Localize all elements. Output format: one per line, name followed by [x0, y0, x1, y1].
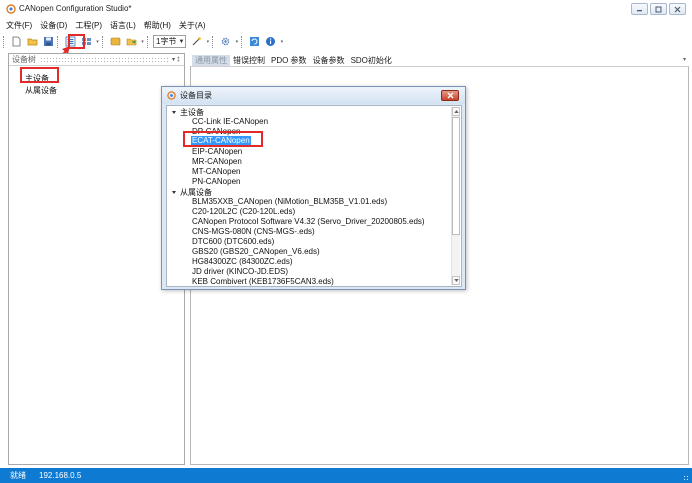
catalog-item[interactable]: HG84300ZC (84300ZC.eds): [192, 257, 293, 266]
catalog-item[interactable]: PN-CANopen: [192, 177, 240, 186]
dropdown-arrow-icon[interactable]: ▾: [205, 35, 210, 49]
tab-device-params[interactable]: 设备参数: [310, 55, 348, 66]
chevron-up-icon: [453, 110, 459, 113]
catalog-item[interactable]: CC-Link IE-CANopen: [192, 117, 268, 126]
menu-device[interactable]: 设备(D): [40, 20, 72, 31]
bytes-select[interactable]: 1字节 ▼: [153, 35, 187, 48]
status-ip: 192.168.0.5: [39, 471, 82, 480]
toolbar-grip-3[interactable]: [102, 35, 105, 48]
expand-arrow-icon[interactable]: [172, 111, 176, 114]
toolbar: ▾ ▾ 1字节 ▼ ▾ ▾ ▾: [0, 33, 692, 50]
menu-help[interactable]: 帮助(H): [144, 20, 176, 31]
tool-button[interactable]: [108, 35, 123, 49]
wand-icon: [192, 37, 202, 46]
highlight-box-master: [20, 67, 59, 83]
catalog-item[interactable]: DTC600 (DTC600.eds): [192, 237, 274, 246]
refresh-button[interactable]: [247, 35, 262, 49]
device-tree-title: 设备树: [12, 55, 36, 64]
new-button[interactable]: [9, 35, 24, 49]
dialog-title-bar[interactable]: 设备目录: [162, 87, 465, 104]
refresh-icon: [250, 37, 260, 46]
close-button[interactable]: [669, 3, 686, 15]
catalog-item[interactable]: EIP-CANopen: [192, 147, 242, 156]
expand-arrow-icon[interactable]: [172, 191, 176, 194]
toolbar-grip-6[interactable]: [241, 35, 244, 48]
tab-sdo-init[interactable]: SDO初始化: [348, 55, 395, 66]
dialog-logo-icon: [167, 91, 176, 100]
wand-button[interactable]: [189, 35, 204, 49]
status-state: 就绪: [10, 471, 26, 480]
catalog-scrollbar[interactable]: [451, 107, 460, 285]
menu-about[interactable]: 关于(A): [179, 20, 211, 31]
window-controls: [631, 3, 686, 15]
window-title: CANopen Configuration Studio*: [19, 4, 132, 13]
title-bar: CANopen Configuration Studio*: [0, 0, 692, 19]
chevron-down-icon: [453, 279, 459, 282]
panel-grip: [40, 57, 168, 62]
tree-item-slave[interactable]: 从属设备: [25, 85, 57, 96]
scroll-up-button[interactable]: [452, 107, 460, 116]
maximize-button[interactable]: [650, 3, 667, 15]
catalog-item[interactable]: BLM35XXB_CANopen (NiMotion_BLM35B_V1.01.…: [192, 197, 387, 206]
tool-icon: [110, 37, 121, 46]
device-tree-panel: 设备树 ▾ ‡ 主设备 从属设备: [8, 53, 185, 465]
toolbar-grip-4[interactable]: [147, 35, 150, 48]
property-tabs: 通用属性 错误控制 PDO 参数 设备参数 SDO初始化 ▾: [192, 54, 692, 66]
close-icon: [447, 92, 453, 99]
open-button[interactable]: [25, 35, 40, 49]
info-icon: [266, 37, 276, 46]
new-file-icon: [12, 36, 21, 47]
tabs-dropdown-icon[interactable]: ▾: [683, 56, 686, 63]
toolbar-grip[interactable]: [3, 35, 6, 48]
resize-grip-icon[interactable]: [683, 475, 689, 481]
app-logo-icon: [6, 4, 16, 14]
menu-bar: 文件(F) 设备(D) 工程(P) 语言(L) 帮助(H) 关于(A): [0, 19, 692, 32]
catalog-item[interactable]: MT-CANopen: [192, 167, 240, 176]
dropdown-arrow-icon[interactable]: ▾: [95, 35, 100, 49]
scroll-down-button[interactable]: [452, 276, 460, 285]
tab-error-control[interactable]: 错误控制: [230, 55, 268, 66]
maximize-icon: [655, 6, 662, 12]
info-button[interactable]: [263, 35, 278, 49]
export-button[interactable]: [124, 35, 139, 49]
minimize-icon: [637, 9, 642, 11]
catalog-item[interactable]: MR-CANopen: [192, 157, 242, 166]
dropdown-arrow-icon[interactable]: ▾: [234, 35, 239, 49]
dialog-close-button[interactable]: [441, 90, 459, 101]
catalog-item[interactable]: CANopen Protocol Software V4.32 (Servo_D…: [192, 217, 425, 226]
menu-language[interactable]: 语言(L): [110, 20, 141, 31]
minimize-button[interactable]: [631, 3, 648, 15]
chevron-down-icon: ▼: [178, 38, 185, 45]
catalog-item[interactable]: CNS-MGS-080N (CNS-MGS-.eds): [192, 227, 315, 236]
panel-pin-icon[interactable]: ▾ ‡: [172, 56, 180, 63]
highlight-box-ecat: [183, 131, 263, 147]
catalog-item[interactable]: C20-120L2C (C20-120L.eds): [192, 207, 295, 216]
status-bar: 就绪 192.168.0.5: [0, 468, 692, 483]
dropdown-arrow-icon[interactable]: ▾: [140, 35, 145, 49]
device-tree-header: 设备树 ▾ ‡: [9, 54, 184, 66]
tab-general[interactable]: 通用属性: [192, 54, 230, 66]
menu-project[interactable]: 工程(P): [75, 20, 107, 31]
settings-button[interactable]: [218, 35, 233, 49]
catalog-item[interactable]: JD driver (KINCO-JD.EDS): [192, 267, 288, 276]
close-icon: [674, 6, 681, 12]
toolbar-grip-5[interactable]: [212, 35, 215, 48]
tab-pdo[interactable]: PDO 参数: [268, 55, 310, 66]
device-catalog-dialog: 设备目录 主设备 CC-Link IE-CANopen DP-CANopen E…: [161, 86, 466, 290]
catalog-item[interactable]: GBS20 (GBS20_CANopen_V6.eds): [192, 247, 320, 256]
dropdown-arrow-icon[interactable]: ▾: [279, 35, 284, 49]
dialog-title: 设备目录: [180, 91, 212, 100]
menu-file[interactable]: 文件(F): [6, 20, 37, 31]
scroll-thumb[interactable]: [452, 117, 460, 235]
bytes-select-value: 1字节: [156, 37, 177, 46]
open-folder-icon: [27, 38, 38, 46]
export-icon: [126, 38, 137, 46]
catalog-item[interactable]: KEB Combivert (KEB1736F5CAN3.eds): [192, 277, 334, 286]
settings-icon: [222, 37, 230, 46]
